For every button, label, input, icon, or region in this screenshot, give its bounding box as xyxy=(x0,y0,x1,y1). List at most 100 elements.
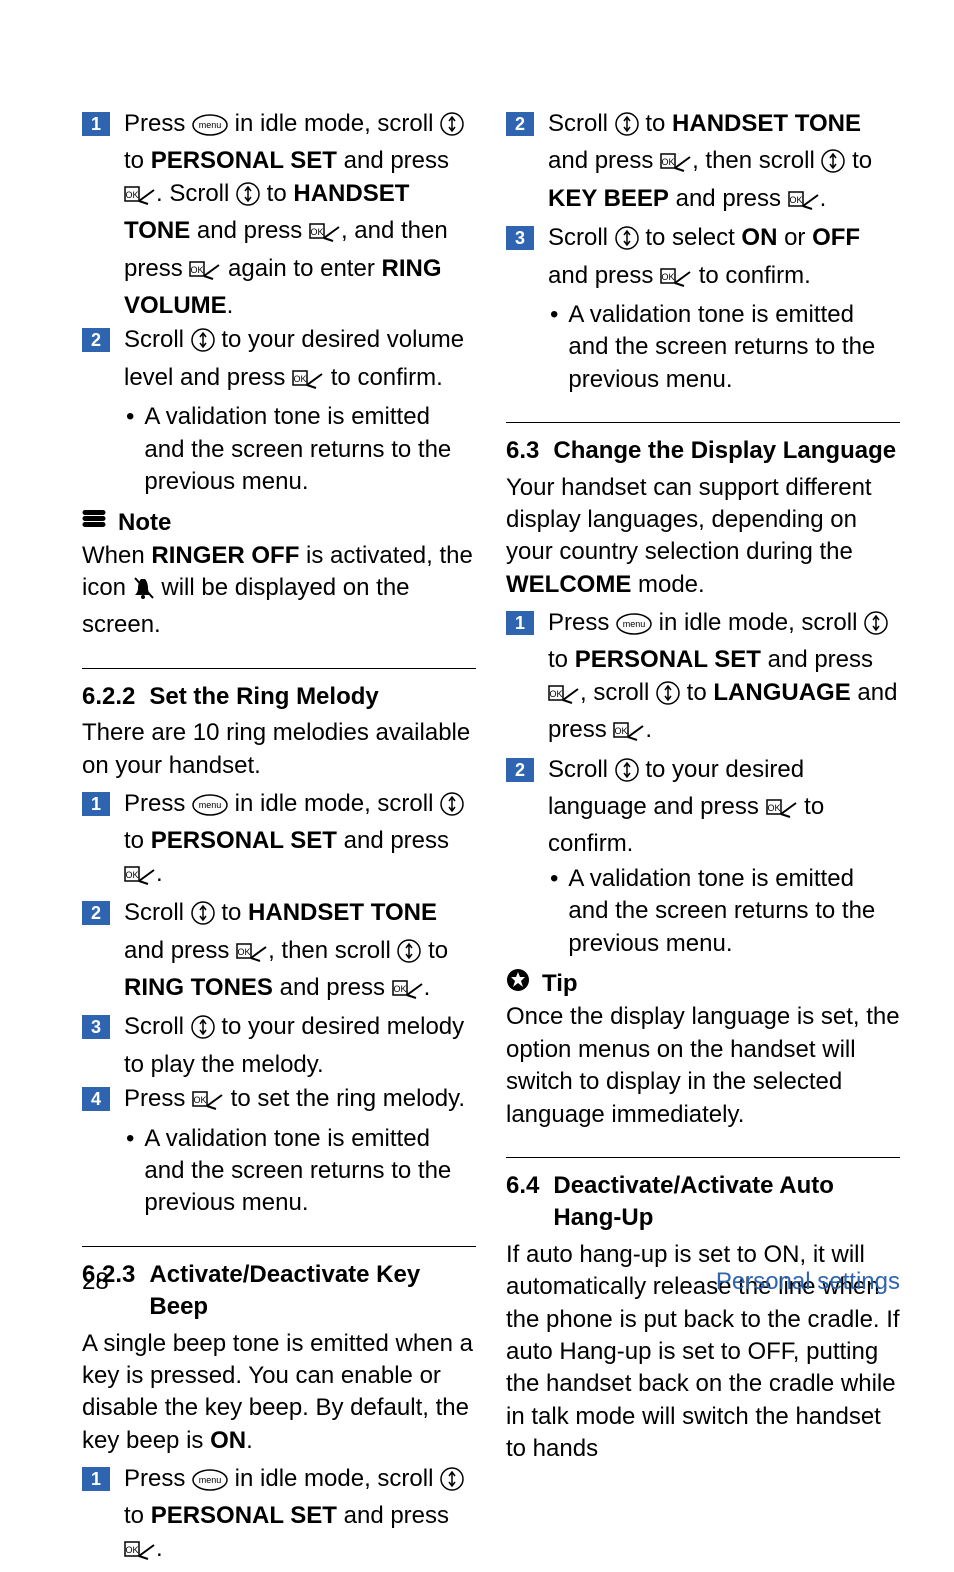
text: , then scroll xyxy=(692,147,821,174)
text: and press xyxy=(273,974,392,1001)
lang-intro: Your handset can support different displ… xyxy=(506,472,900,602)
divider xyxy=(82,668,476,669)
step-badge-2: 2 xyxy=(506,758,534,782)
text: Scroll xyxy=(548,110,615,137)
updown-icon xyxy=(615,758,639,791)
updown-icon xyxy=(191,1015,215,1048)
text: . xyxy=(156,860,163,887)
updown-icon xyxy=(864,611,888,644)
text-strong: OFF xyxy=(812,224,860,251)
step-badge-2: 2 xyxy=(82,901,110,925)
text: When xyxy=(82,542,151,569)
step-badge-1: 1 xyxy=(82,112,110,136)
step-badge-2: 2 xyxy=(82,328,110,352)
ok-icon xyxy=(766,796,798,828)
text: to xyxy=(421,937,448,964)
updown-icon xyxy=(236,182,260,215)
text: to xyxy=(548,646,575,673)
text: to xyxy=(124,1502,151,1529)
bullet-text: A validation tone is emitted and the scr… xyxy=(568,299,900,396)
text: mode. xyxy=(631,571,704,598)
text-strong: RINGER OFF xyxy=(151,542,299,569)
text: and press xyxy=(190,217,309,244)
text: . xyxy=(424,974,431,1001)
step-badge-3: 3 xyxy=(82,1015,110,1039)
heading-num: 6.2.2 xyxy=(82,681,135,713)
lang-step-2: 2 Scroll to your desired language and pr… xyxy=(506,754,900,861)
melody-intro: There are 10 ring melodies available on … xyxy=(82,717,476,782)
note-label: Note xyxy=(118,507,171,539)
text: and press xyxy=(761,646,873,673)
text: . xyxy=(820,185,827,212)
melody-step-1: 1 Press in idle mode, scroll to PERSONAL… xyxy=(82,788,476,895)
melody-step-2: 2 Scroll to HANDSET TONE and press , the… xyxy=(82,897,476,1009)
tip-body: Once the display language is set, the op… xyxy=(506,1001,900,1131)
text: Press xyxy=(124,110,192,137)
updown-icon xyxy=(397,939,421,972)
ok-icon xyxy=(548,682,580,714)
text: in idle mode, scroll xyxy=(228,1465,440,1492)
text-strong: RING TONES xyxy=(124,974,273,1001)
bullet-text: A validation tone is emitted and the scr… xyxy=(144,1123,476,1220)
bullet-item: • A validation tone is emitted and the s… xyxy=(550,863,900,960)
text-strong: PERSONAL SET xyxy=(575,646,761,673)
bullet-dot: • xyxy=(550,299,558,396)
text: in idle mode, scroll xyxy=(652,609,864,636)
note-body: When RINGER OFF is activated, the icon w… xyxy=(82,540,476,642)
updown-icon xyxy=(191,328,215,361)
updown-icon xyxy=(615,112,639,145)
ok-icon xyxy=(309,220,341,252)
footer: 28 Personal settings xyxy=(82,1266,900,1298)
ok-icon xyxy=(613,719,645,751)
text: Press xyxy=(124,1465,192,1492)
menu-icon xyxy=(192,113,228,145)
text: and press xyxy=(337,147,449,174)
menu-icon xyxy=(616,612,652,644)
ok-icon xyxy=(192,1088,224,1120)
text-strong: ON xyxy=(210,1427,246,1454)
note-icon xyxy=(82,506,106,539)
text: A single beep tone is emitted when a key… xyxy=(82,1330,473,1454)
heading-63: 6.3 Change the Display Language xyxy=(506,435,900,467)
text: . xyxy=(645,716,652,743)
ok-icon xyxy=(236,940,268,972)
step-badge-1: 1 xyxy=(82,792,110,816)
text: and press xyxy=(669,185,788,212)
step-badge-3: 3 xyxy=(506,226,534,250)
text: and press xyxy=(124,937,236,964)
ok-icon xyxy=(124,863,156,895)
divider xyxy=(506,1157,900,1158)
melody-step-3: 3 Scroll to your desired melody to play … xyxy=(82,1011,476,1081)
text: and press xyxy=(548,147,660,174)
beep-step-2: 2 Scroll to HANDSET TONE and press , the… xyxy=(506,108,900,220)
text: Press xyxy=(124,1085,192,1112)
menu-icon xyxy=(192,1468,228,1500)
text: to xyxy=(639,110,672,137)
text-strong: PERSONAL SET xyxy=(151,827,337,854)
text: Scroll xyxy=(124,899,191,926)
text-strong: PERSONAL SET xyxy=(151,1502,337,1529)
ok-icon xyxy=(189,258,221,290)
page-number: 28 xyxy=(82,1266,109,1298)
section-label: Personal settings xyxy=(716,1266,900,1298)
ok-icon xyxy=(392,977,424,1009)
text-strong: PERSONAL SET xyxy=(151,147,337,174)
text: Scroll xyxy=(548,224,615,251)
text: Your handset can support different displ… xyxy=(506,474,872,566)
heading-622: 6.2.2 Set the Ring Melody xyxy=(82,681,476,713)
text: Press xyxy=(124,790,192,817)
text: . Scroll xyxy=(156,180,236,207)
divider xyxy=(506,422,900,423)
beep-intro: A single beep tone is emitted when a key… xyxy=(82,1328,476,1458)
ok-icon xyxy=(292,367,324,399)
heading-text: Deactivate/Activate Auto Hang-Up xyxy=(553,1170,900,1235)
text-strong: KEY BEEP xyxy=(548,185,669,212)
text-strong: LANGUAGE xyxy=(713,679,850,706)
tip-label: Tip xyxy=(542,968,578,1000)
text: or xyxy=(777,224,812,251)
step-badge-1: 1 xyxy=(82,1467,110,1491)
tip-icon xyxy=(506,968,530,1001)
ok-icon xyxy=(660,150,692,182)
melody-step-4: 4 Press to set the ring melody. xyxy=(82,1083,476,1120)
ringer-off-icon xyxy=(133,576,155,609)
